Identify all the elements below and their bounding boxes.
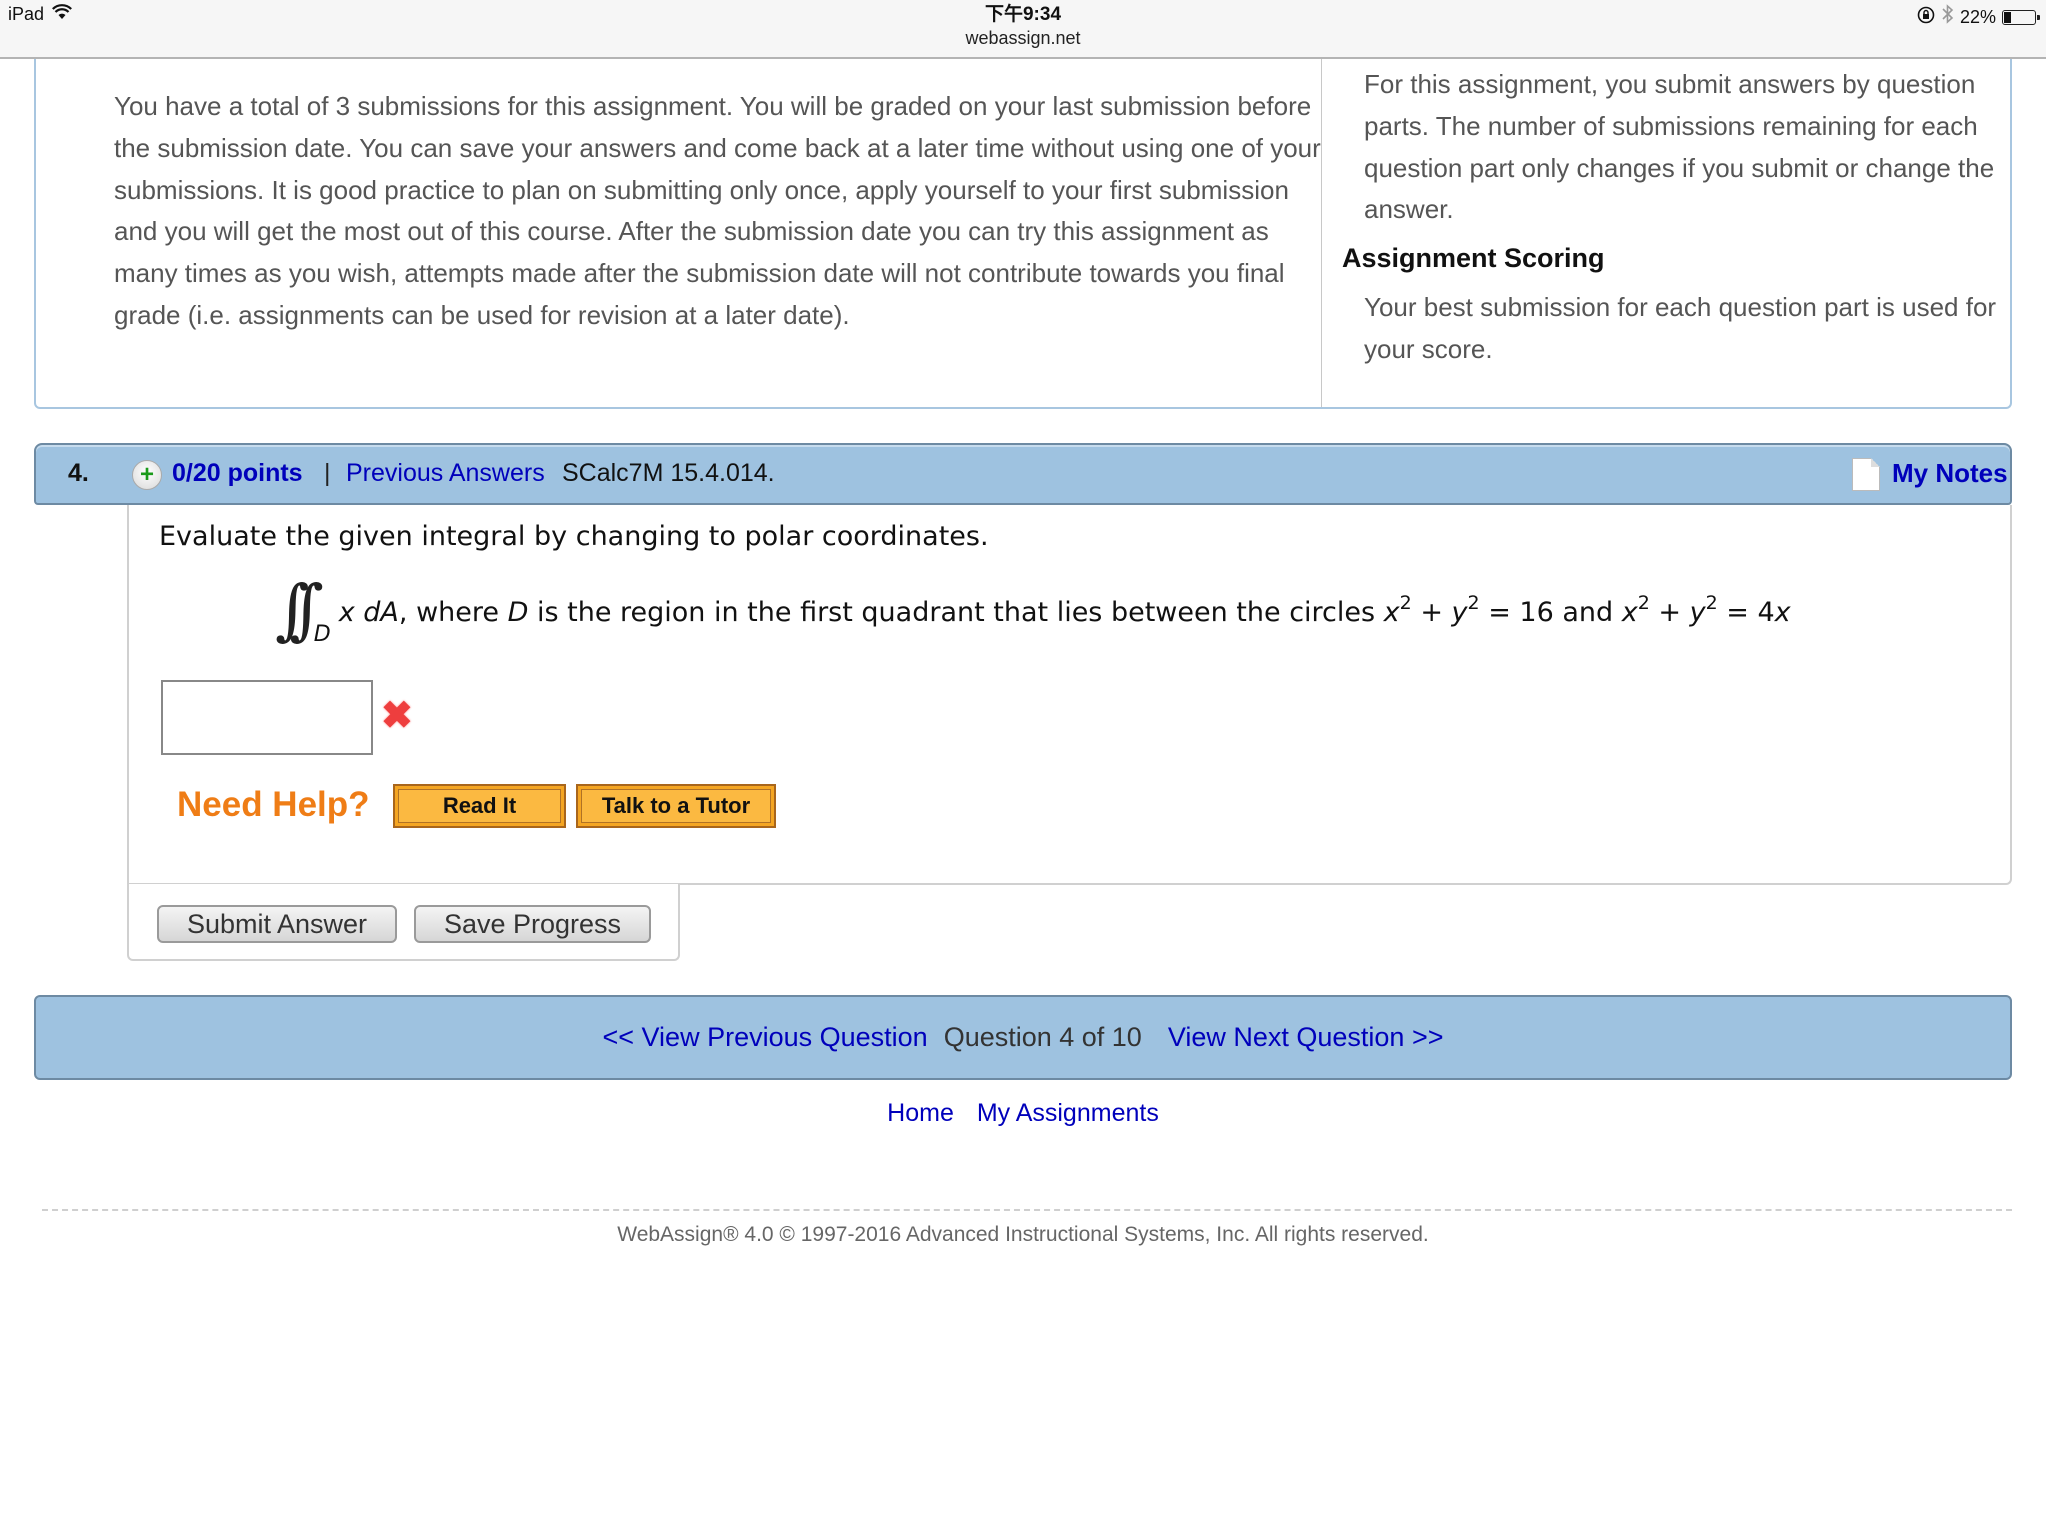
status-bar: iPad 下午9:34 webassign.net 22%: [0, 0, 2046, 59]
assignment-info-box: You have a total of 3 submissions for th…: [34, 59, 2012, 409]
question-navigation: << View Previous Question Question 4 of …: [34, 995, 2012, 1080]
submit-area: Submit Answer Save Progress: [127, 884, 680, 961]
question-code: SCalc7M 15.4.014.: [562, 459, 775, 487]
view-next-question-link[interactable]: View Next Question >>: [1168, 1022, 1444, 1053]
scoring-text: Your best submission for each question p…: [1364, 292, 1997, 364]
battery-icon: [2002, 9, 2040, 25]
copyright-footer: WebAssign® 4.0 © 1997-2016 Advanced Inst…: [617, 1223, 1429, 1246]
submission-info-text: You have a total of 3 submissions for th…: [114, 91, 1321, 330]
talk-to-tutor-label: Talk to a Tutor: [581, 789, 771, 823]
status-right: 22%: [1916, 4, 2040, 30]
need-help-label: Need Help?: [177, 785, 370, 824]
my-assignments-link[interactable]: My Assignments: [977, 1099, 1159, 1127]
separator: |: [324, 459, 331, 487]
integral-subscript: D: [313, 622, 331, 647]
expand-plus-icon[interactable]: +: [132, 460, 162, 490]
previous-answers-link[interactable]: Previous Answers: [346, 459, 545, 488]
parts-info-text: For this assignment, you submit answers …: [1364, 69, 1995, 225]
double-integral-symbol: ∫∫: [275, 571, 324, 648]
scoring-heading: Assignment Scoring: [1342, 243, 1605, 274]
notes-page-icon[interactable]: [1852, 458, 1880, 491]
my-notes-link[interactable]: My Notes: [1892, 458, 2008, 489]
clock: 下午9:34: [984, 4, 1062, 25]
question-position: Question 4 of 10: [943, 1022, 1142, 1052]
integral-description: x dA, where D is the region in the first…: [338, 592, 1791, 629]
status-center: 下午9:34 webassign.net: [0, 4, 2046, 50]
battery-level: [2004, 11, 2012, 23]
home-link[interactable]: Home: [887, 1099, 954, 1127]
question-header: 4. + 0/20 points | Previous Answers SCal…: [34, 443, 2012, 505]
submit-answer-button[interactable]: Submit Answer: [157, 905, 397, 943]
view-previous-question-link[interactable]: << View Previous Question: [603, 1022, 928, 1053]
read-it-label: Read It: [398, 789, 561, 823]
address-url[interactable]: webassign.net: [0, 26, 2046, 50]
read-it-button[interactable]: Read It: [393, 784, 566, 828]
info-right-column: For this assignment, you submit answers …: [1342, 64, 2002, 371]
footer-divider: [42, 1209, 2012, 1211]
bluetooth-icon: [1942, 4, 1954, 30]
rotation-lock-icon: [1916, 5, 1936, 30]
question-prompt: Evaluate the given integral by changing …: [159, 521, 989, 552]
incorrect-x-icon: ✖: [381, 695, 413, 737]
save-progress-button[interactable]: Save Progress: [414, 905, 651, 943]
battery-percent: 22%: [1959, 6, 1996, 27]
integral-expression: ∫∫ D x dA, where D is the region in the …: [275, 571, 1791, 648]
talk-to-tutor-button[interactable]: Talk to a Tutor: [576, 784, 776, 828]
question-number: 4.: [68, 459, 89, 487]
question-body: Evaluate the given integral by changing …: [127, 505, 2012, 885]
question-points: 0/20 points: [172, 459, 303, 487]
answer-input[interactable]: [161, 680, 373, 755]
bottom-links: Home My Assignments: [0, 1099, 2046, 1128]
info-divider: [1321, 59, 1322, 407]
